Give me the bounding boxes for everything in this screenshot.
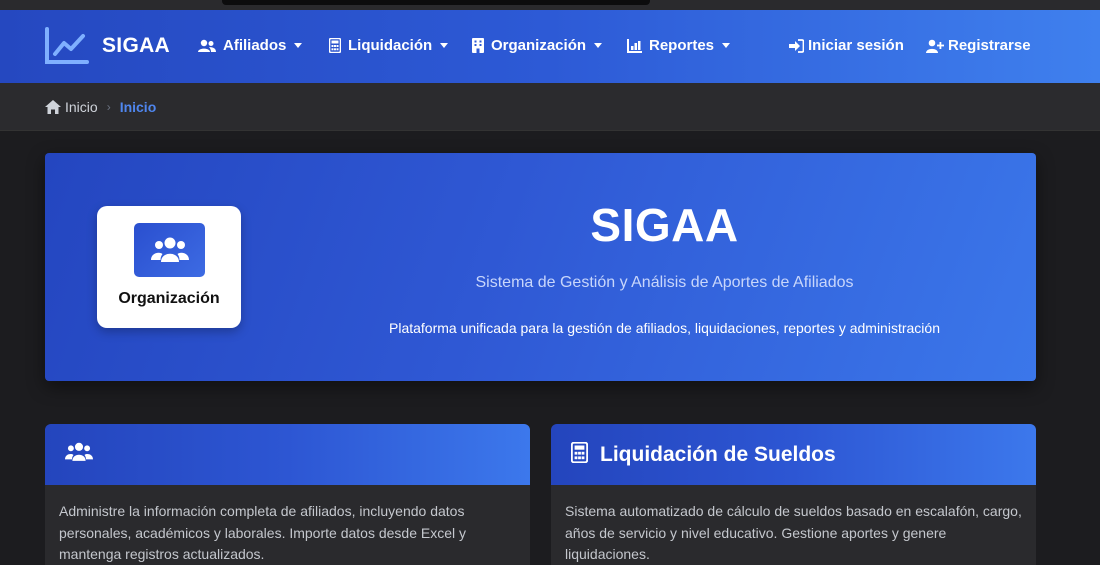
calculator-icon [570, 441, 589, 468]
chevron-down-icon [294, 43, 303, 48]
breadcrumb-home[interactable]: Inicio [45, 99, 98, 115]
nav-reportes-label: Reportes [649, 37, 715, 54]
browser-notch [222, 0, 650, 5]
organization-card-label: Organización [118, 290, 220, 307]
brand-name: SIGAA [102, 34, 171, 57]
hero-description: Plataforma unificada para la gestión de … [389, 320, 940, 336]
register-link[interactable]: Registrarse [926, 37, 1031, 54]
card-title: Liquidación de Sueldos [600, 442, 836, 466]
line-chart-logo-icon [45, 27, 89, 64]
card-header [45, 424, 530, 485]
chevron-down-icon [440, 43, 449, 48]
card-body: Sistema automatizado de cálculo de sueld… [565, 503, 1022, 562]
nav-afiliados-label: Afiliados [223, 37, 287, 54]
chevron-down-icon [722, 43, 731, 48]
chart-icon [627, 38, 642, 53]
breadcrumb: Inicio › Inicio [0, 83, 1100, 131]
users-icon [198, 39, 216, 53]
user-plus-icon [926, 39, 944, 53]
home-icon [45, 99, 61, 114]
nav-reportes[interactable]: Reportes [627, 37, 731, 54]
nav-organizacion-label: Organización [491, 37, 587, 54]
hero-subtitle: Sistema de Gestión y Análisis de Aportes… [475, 274, 854, 291]
calculator-icon [329, 38, 341, 53]
nav-liquidacion[interactable]: Liquidación [329, 37, 449, 54]
sign-in-icon [789, 38, 804, 53]
users-icon [65, 441, 93, 468]
hero-title: SIGAA [590, 199, 739, 251]
card-afiliados[interactable]: Administre la información completa de af… [45, 424, 530, 565]
login-link[interactable]: Iniciar sesión [789, 37, 904, 54]
nav-afiliados[interactable]: Afiliados [198, 37, 303, 54]
nav-organizacion[interactable]: Organización [472, 37, 603, 54]
brand-link[interactable]: SIGAA [45, 27, 170, 65]
hero-banner: Organización SIGAA Sistema de Gestión y … [45, 153, 1036, 381]
breadcrumb-separator: › [106, 99, 111, 114]
login-label: Iniciar sesión [808, 37, 904, 54]
card-body: Administre la información completa de af… [59, 503, 466, 562]
chevron-down-icon [594, 43, 603, 48]
card-liquidacion[interactable]: Liquidación de Sueldos Sistema automatiz… [551, 424, 1036, 565]
card-header: Liquidación de Sueldos [551, 424, 1036, 485]
building-icon [472, 38, 484, 53]
breadcrumb-current: Inicio [119, 98, 157, 115]
register-label: Registrarse [948, 37, 1031, 54]
nav-liquidacion-label: Liquidación [348, 37, 433, 54]
breadcrumb-home-label: Inicio [65, 98, 98, 115]
top-navbar: SIGAA Afiliados Liquidación Organización… [0, 10, 1100, 83]
browser-top-strip [0, 0, 1100, 10]
